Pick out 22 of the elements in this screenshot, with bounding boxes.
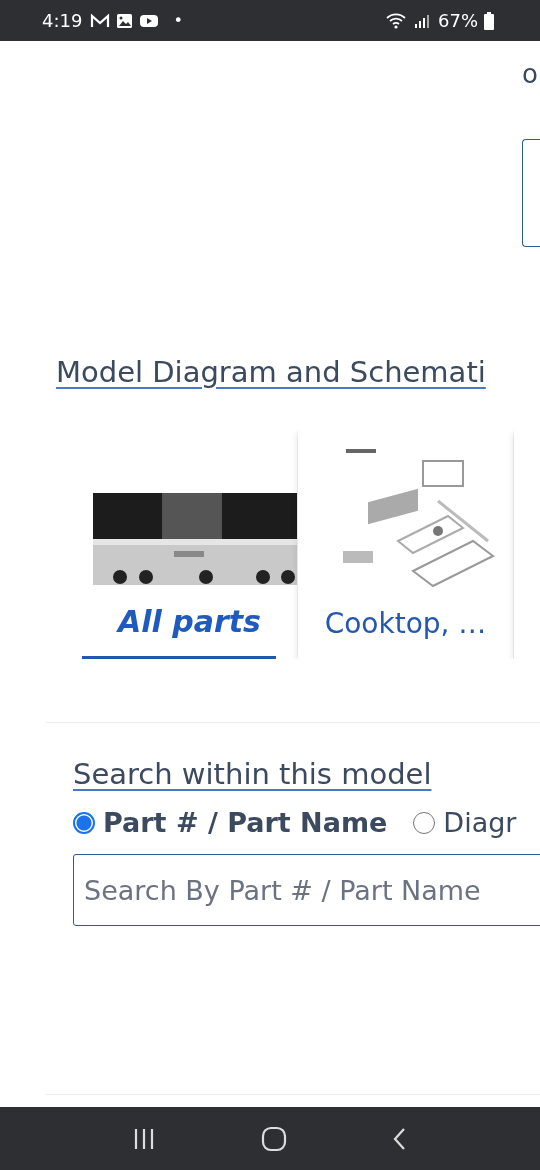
home-icon[interactable] xyxy=(261,1125,287,1152)
play-video-icon xyxy=(139,12,160,29)
card-label: All parts xyxy=(118,604,261,639)
diagram-card[interactable]: Cooktop, … xyxy=(298,431,513,659)
radio-button[interactable] xyxy=(73,811,95,834)
image-icon xyxy=(116,12,134,29)
back-icon[interactable] xyxy=(391,1126,408,1151)
notification-dot: • xyxy=(173,11,183,30)
cut-off-text: o xyxy=(522,59,539,89)
battery-percent: 67% xyxy=(438,10,478,31)
diagram-card[interactable]: All parts xyxy=(82,431,297,659)
wifi-icon xyxy=(386,11,408,30)
mail-icon xyxy=(90,12,111,29)
radio-label: Part # / Part Name xyxy=(103,807,388,838)
status-time: 4:19 xyxy=(42,10,83,31)
section-title-link[interactable]: Model Diagram and Schemati xyxy=(56,355,486,389)
section-title-link[interactable]: Search within this model xyxy=(73,757,432,791)
card-label: Cooktop, … xyxy=(324,607,487,640)
search-field[interactable]: Search By Part # / Part Name xyxy=(73,854,540,926)
battery-icon xyxy=(484,11,494,30)
radio-label: Diagr xyxy=(443,807,517,838)
signal-icon xyxy=(414,12,430,29)
